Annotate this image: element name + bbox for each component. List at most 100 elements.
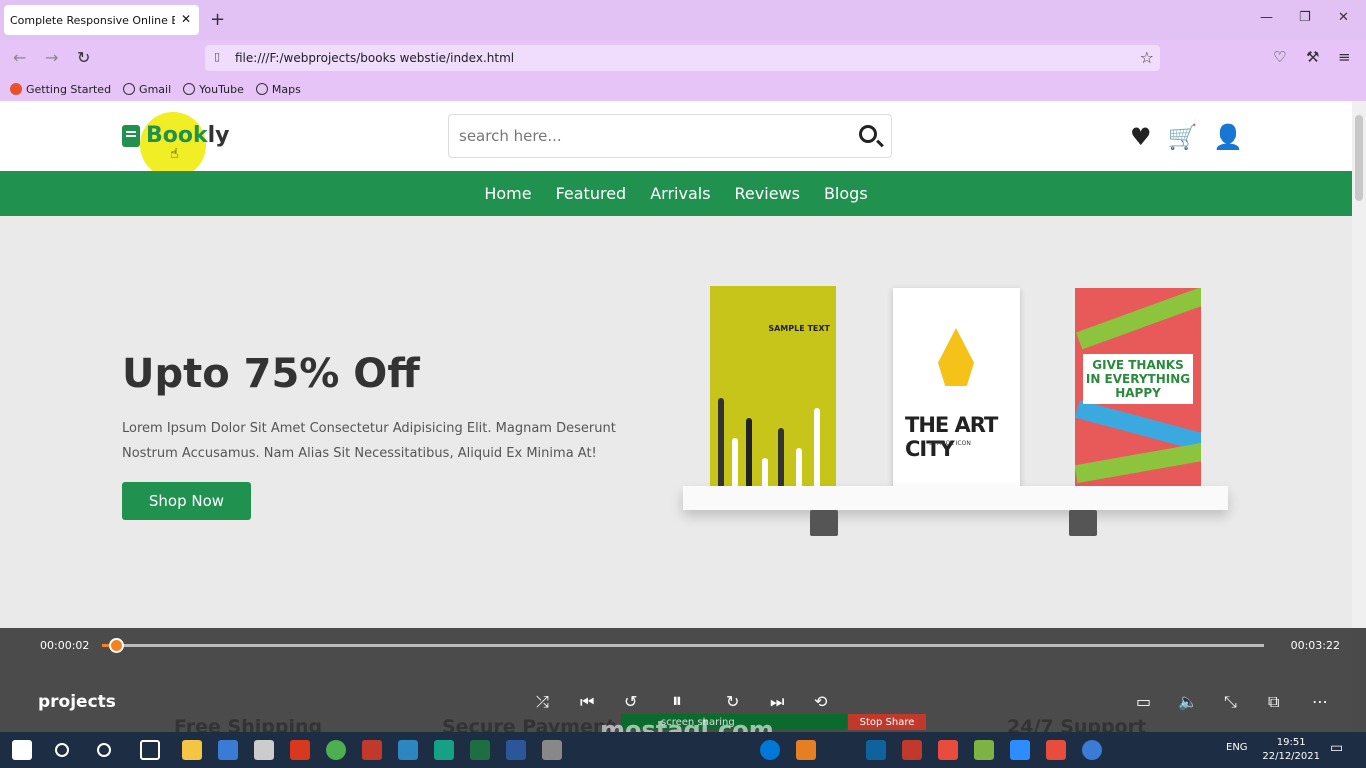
cast-icon[interactable]: ⧉ [1268, 692, 1279, 712]
book-cover-thanks[interactable]: GIVE THANKS IN EVERYTHING HAPPY [1075, 288, 1201, 488]
cortana-icon[interactable] [97, 743, 111, 757]
book-icon [122, 124, 140, 147]
stripe [762, 458, 768, 488]
excel-icon[interactable] [470, 740, 490, 760]
next-icon[interactable]: ⏭ [770, 692, 784, 712]
minimize-icon[interactable]: — [1260, 10, 1273, 25]
book3-text: GIVE THANKS IN EVERYTHING HAPPY [1083, 354, 1193, 404]
more-icon[interactable]: ⋯ [1312, 692, 1328, 711]
menu-icon[interactable]: ≡ [1338, 48, 1351, 66]
close-window-icon[interactable]: ✕ [1338, 10, 1349, 25]
site-logo[interactable]: Bookly [122, 123, 230, 148]
scroll-thumb[interactable] [1355, 115, 1363, 201]
app-icon[interactable] [542, 740, 562, 760]
user-icon[interactable]: 👤 [1213, 123, 1243, 151]
seek-knob[interactable] [108, 638, 124, 653]
firefox-taskbar-icon[interactable] [760, 740, 780, 760]
vscode-icon[interactable] [866, 740, 886, 760]
language-indicator[interactable]: ENG [1226, 742, 1248, 753]
clock-time: 19:51 [1276, 737, 1306, 748]
shop-now-button[interactable]: Shop Now [122, 482, 251, 520]
bookmarks-bar: Getting Started Gmail YouTube Maps [0, 80, 301, 98]
minimize-view-icon[interactable]: ⤡ [1224, 692, 1237, 712]
mail-icon[interactable] [218, 740, 238, 760]
app-icon[interactable] [434, 740, 454, 760]
bookmark-youtube[interactable]: YouTube [183, 80, 244, 98]
pause-icon[interactable]: ⏸ [672, 688, 682, 712]
network-app-icon[interactable] [398, 740, 418, 760]
video-title: projects [38, 692, 116, 712]
recorder-icon[interactable] [1046, 740, 1066, 760]
firefox-icon [10, 83, 22, 95]
current-time: 00:00:02 [40, 639, 90, 652]
file-explorer-icon[interactable] [182, 740, 202, 760]
hero-title: Upto 75% Off [122, 351, 420, 397]
browser-tab[interactable]: Complete Responsive Online Boot S ✕ [4, 5, 199, 35]
app-icon[interactable] [254, 740, 274, 760]
camtasia-icon[interactable] [974, 740, 994, 760]
nav-arrivals[interactable]: Arrivals [650, 184, 710, 203]
nav-blogs[interactable]: Blogs [824, 184, 868, 203]
close-tab-icon[interactable]: ✕ [181, 12, 191, 26]
search-icon[interactable] [859, 125, 877, 143]
chrome-icon[interactable] [326, 740, 346, 760]
site-nav: Home Featured Arrivals Reviews Blogs [0, 171, 1352, 216]
search-taskbar-icon[interactable] [55, 743, 69, 757]
video-player-controls: 00:00:02 00:03:22 Free Shipping Secure P… [0, 628, 1366, 744]
forward-30-icon[interactable]: ↻ [726, 692, 739, 711]
clock-date: 22/12/2021 [1262, 751, 1320, 762]
forward-icon[interactable]: → [45, 48, 58, 67]
task-view-icon[interactable] [140, 740, 160, 760]
book-cover-yellow[interactable]: SAMPLE TEXT [710, 286, 836, 488]
site-header: Bookly ☝ search here... ♥ 🛒 👤 [0, 101, 1352, 178]
book-cover-art-city[interactable]: THE ART CITY SYMBOL ICON [893, 288, 1020, 488]
heart-icon[interactable]: ♥ [1130, 123, 1152, 151]
browser-chrome: Complete Responsive Online Boot S ✕ + — ❐… [0, 0, 1366, 101]
pocket-icon[interactable]: ♡ [1273, 48, 1286, 66]
stripe [778, 428, 784, 488]
pen-icon [938, 328, 974, 386]
zoom-icon[interactable] [1010, 740, 1030, 760]
restore-icon[interactable]: ❐ [1299, 10, 1311, 25]
stop-share-button[interactable]: Stop Share [848, 714, 926, 730]
cart-icon[interactable]: 🛒 [1168, 123, 1198, 151]
help-icon[interactable] [1082, 740, 1102, 760]
total-time: 00:03:22 [1290, 639, 1340, 652]
bookmark-gmail[interactable]: Gmail [123, 80, 171, 98]
adobe-icon[interactable] [938, 740, 958, 760]
bookmark-getting-started[interactable]: Getting Started [10, 80, 111, 98]
nav-featured[interactable]: Featured [556, 184, 627, 203]
notifications-icon[interactable]: ▭ [1330, 740, 1343, 756]
new-tab-icon[interactable]: + [210, 9, 225, 30]
bookmark-star-icon[interactable]: ☆ [1140, 48, 1154, 67]
address-bar[interactable]: ▯ file:///F:/webprojects/books webstie/in… [205, 45, 1160, 71]
nav-home[interactable]: Home [484, 184, 531, 203]
band [1075, 440, 1201, 484]
logo-text-rest: ly [207, 123, 230, 148]
globe-icon [123, 83, 136, 95]
back-icon[interactable]: ← [13, 48, 26, 67]
rewind-10-icon[interactable]: ↺ [624, 692, 637, 711]
nav-reviews[interactable]: Reviews [735, 184, 800, 203]
book1-text: SAMPLE TEXT [768, 324, 830, 333]
shuffle-icon[interactable]: ⤮ [536, 692, 549, 712]
repeat-icon[interactable]: ⟲ [814, 692, 827, 711]
media-icon[interactable] [796, 740, 816, 760]
powerpoint-icon[interactable] [902, 740, 922, 760]
search-input[interactable]: search here... [448, 114, 892, 158]
volume-icon[interactable]: 🔈 [1178, 692, 1198, 711]
clock[interactable]: 19:51 22/12/2021 [1262, 736, 1320, 764]
bookmark-maps[interactable]: Maps [255, 80, 301, 98]
subtitles-icon[interactable]: ▭ [1136, 692, 1151, 711]
filezilla-icon[interactable] [362, 740, 382, 760]
reload-icon[interactable]: ↻ [77, 48, 90, 67]
wrench-icon[interactable]: ⚒ [1306, 48, 1319, 66]
word-icon[interactable] [506, 740, 526, 760]
seek-bar[interactable] [102, 638, 1264, 653]
windows-start-icon[interactable] [12, 740, 32, 760]
previous-icon[interactable]: ⏮ [580, 692, 594, 712]
url-text: file:///F:/webprojects/books webstie/ind… [235, 51, 515, 65]
shelf-bracket [810, 510, 838, 536]
acrobat-icon[interactable] [290, 740, 310, 760]
windows-taskbar: ENG 19:51 22/12/2021 ▭ [0, 732, 1366, 768]
